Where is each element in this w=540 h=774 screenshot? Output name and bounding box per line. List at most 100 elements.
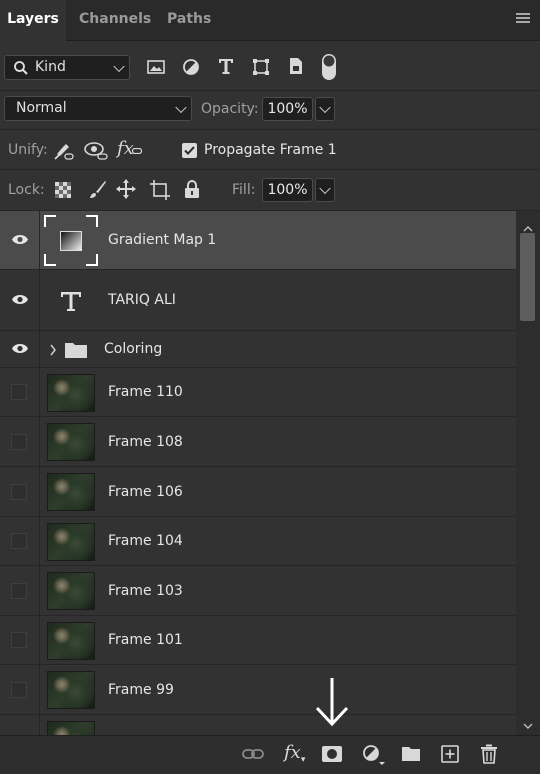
filter-row: Kind — [0, 41, 540, 91]
visibility-toggle[interactable] — [0, 331, 40, 367]
layer-thumbnail — [47, 374, 95, 412]
unify-label: Unify: — [8, 142, 48, 158]
lock-row: Lock: Fill: 100% — [0, 170, 540, 211]
layer-row-frame[interactable]: Frame 108 — [0, 417, 516, 467]
unify-row: Unify: fx Propagate Frame 1 — [0, 130, 540, 170]
adjustment-filter-icon[interactable] — [182, 58, 200, 76]
scroll-down-icon[interactable] — [523, 715, 533, 734]
lock-artboard-icon[interactable] — [150, 180, 170, 200]
unify-visibility-icon[interactable] — [84, 140, 110, 162]
layer-name: Frame 104 — [108, 533, 183, 549]
layer-name: Gradient Map 1 — [108, 232, 217, 248]
layer-row-frame[interactable]: Frame 106 — [0, 467, 516, 517]
eye-icon — [11, 231, 29, 250]
chevron-down-icon — [319, 101, 331, 114]
layer-thumbnail — [47, 423, 95, 461]
layer-row-frame[interactable]: Frame 99 — [0, 665, 516, 715]
opacity-input[interactable]: 100% — [262, 97, 313, 121]
layer-row-frame[interactable]: Frame 104 — [0, 517, 516, 566]
lock-label: Lock: — [8, 182, 45, 198]
layer-thumbnail — [47, 622, 95, 660]
chevron-down-icon — [113, 60, 125, 72]
fill-slider-button[interactable] — [315, 178, 335, 202]
layer-thumbnail — [47, 721, 95, 735]
adjustment-layer-icon[interactable] — [362, 744, 386, 766]
folder-icon — [64, 341, 88, 359]
visibility-checkbox[interactable] — [11, 533, 27, 549]
visibility-toggle[interactable] — [0, 417, 40, 466]
layer-name: Frame 99 — [108, 681, 174, 698]
visibility-toggle[interactable] — [0, 211, 40, 269]
layer-name: Frame 110 — [108, 384, 183, 400]
chevron-right-icon[interactable] — [49, 344, 57, 356]
visibility-checkbox[interactable] — [11, 433, 27, 450]
scrollbar-thumb[interactable] — [520, 233, 535, 321]
chevron-down-icon — [175, 101, 187, 113]
visibility-toggle[interactable] — [0, 665, 40, 714]
visibility-toggle[interactable] — [0, 270, 40, 330]
image-filter-icon[interactable] — [147, 59, 165, 75]
layer-row-frame[interactable]: Frame 101 — [0, 616, 516, 665]
visibility-checkbox[interactable] — [11, 483, 27, 500]
fx-icon[interactable]: fx▾ — [284, 742, 305, 765]
layer-row-frame[interactable]: Frame 103 — [0, 566, 516, 616]
tab-layers[interactable]: Layers — [0, 0, 66, 41]
visibility-checkbox[interactable] — [11, 384, 27, 400]
chevron-down-icon — [319, 182, 331, 195]
visibility-toggle[interactable] — [0, 517, 40, 565]
visibility-checkbox[interactable] — [11, 582, 27, 599]
layer-row-frame[interactable]: Frame 110 — [0, 368, 516, 417]
filter-toggle-icon[interactable] — [321, 53, 337, 81]
layer-name: Frame 101 — [108, 632, 183, 648]
unify-style-icon[interactable]: fx — [117, 138, 142, 159]
visibility-checkbox[interactable] — [11, 681, 27, 698]
filter-kind-label: Kind — [35, 59, 66, 75]
layer-name: Frame 103 — [108, 582, 183, 599]
lock-image-pixels-icon[interactable] — [87, 180, 107, 200]
lock-position-icon[interactable] — [116, 179, 136, 199]
new-group-icon[interactable] — [401, 746, 421, 762]
type-filter-icon[interactable] — [218, 57, 234, 75]
propagate-label: Propagate Frame 1 — [204, 142, 337, 158]
layer-thumbnail — [47, 473, 95, 511]
fill-input[interactable]: 100% — [262, 178, 313, 202]
panel-menu-icon[interactable] — [516, 13, 530, 25]
lock-transparent-pixels-icon[interactable] — [55, 182, 71, 198]
layer-row-frame-partial[interactable] — [0, 715, 516, 735]
visibility-toggle[interactable] — [0, 467, 40, 516]
blend-mode-dropdown[interactable]: Normal — [4, 96, 192, 121]
layer-row-gradient-map[interactable]: Gradient Map 1 — [0, 211, 516, 270]
shape-filter-icon[interactable] — [252, 58, 270, 76]
new-layer-icon[interactable] — [441, 745, 459, 763]
eye-icon — [11, 340, 29, 359]
layer-row-text[interactable]: TARIQ ALI — [0, 270, 516, 331]
layers-list: Gradient Map 1 TARIQ ALI Coloring Frame … — [0, 211, 516, 735]
blend-mode-value: Normal — [16, 100, 67, 116]
gradient-map-icon — [60, 231, 82, 251]
filter-kind-dropdown[interactable]: Kind — [4, 55, 130, 80]
panel-bottom-bar: fx▾ — [0, 735, 540, 774]
delete-layer-icon[interactable] — [480, 744, 498, 764]
panel-tab-bar: Layers Channels Paths — [0, 0, 540, 41]
layer-name: TARIQ ALI — [108, 292, 176, 308]
visibility-checkbox[interactable] — [11, 632, 27, 648]
layer-row-group[interactable]: Coloring — [0, 331, 516, 368]
visibility-toggle[interactable] — [0, 616, 40, 664]
visibility-toggle[interactable] — [0, 368, 40, 416]
layers-scrollbar[interactable] — [516, 211, 540, 735]
opacity-label: Opacity: — [201, 101, 259, 117]
link-layers-icon[interactable] — [242, 746, 264, 762]
layer-thumbnail — [47, 572, 95, 610]
lock-all-icon[interactable] — [184, 180, 200, 199]
add-mask-icon[interactable] — [322, 746, 342, 762]
tab-paths[interactable]: Paths — [167, 0, 211, 40]
propagate-checkbox[interactable] — [182, 143, 197, 158]
smart-object-filter-icon[interactable] — [288, 57, 304, 75]
visibility-toggle[interactable] — [0, 715, 40, 735]
layer-thumbnail — [47, 523, 95, 561]
layer-name: Frame 108 — [108, 433, 183, 450]
tab-channels[interactable]: Channels — [79, 0, 151, 40]
visibility-toggle[interactable] — [0, 566, 40, 615]
opacity-slider-button[interactable] — [315, 97, 335, 121]
unify-position-icon[interactable] — [52, 140, 76, 162]
